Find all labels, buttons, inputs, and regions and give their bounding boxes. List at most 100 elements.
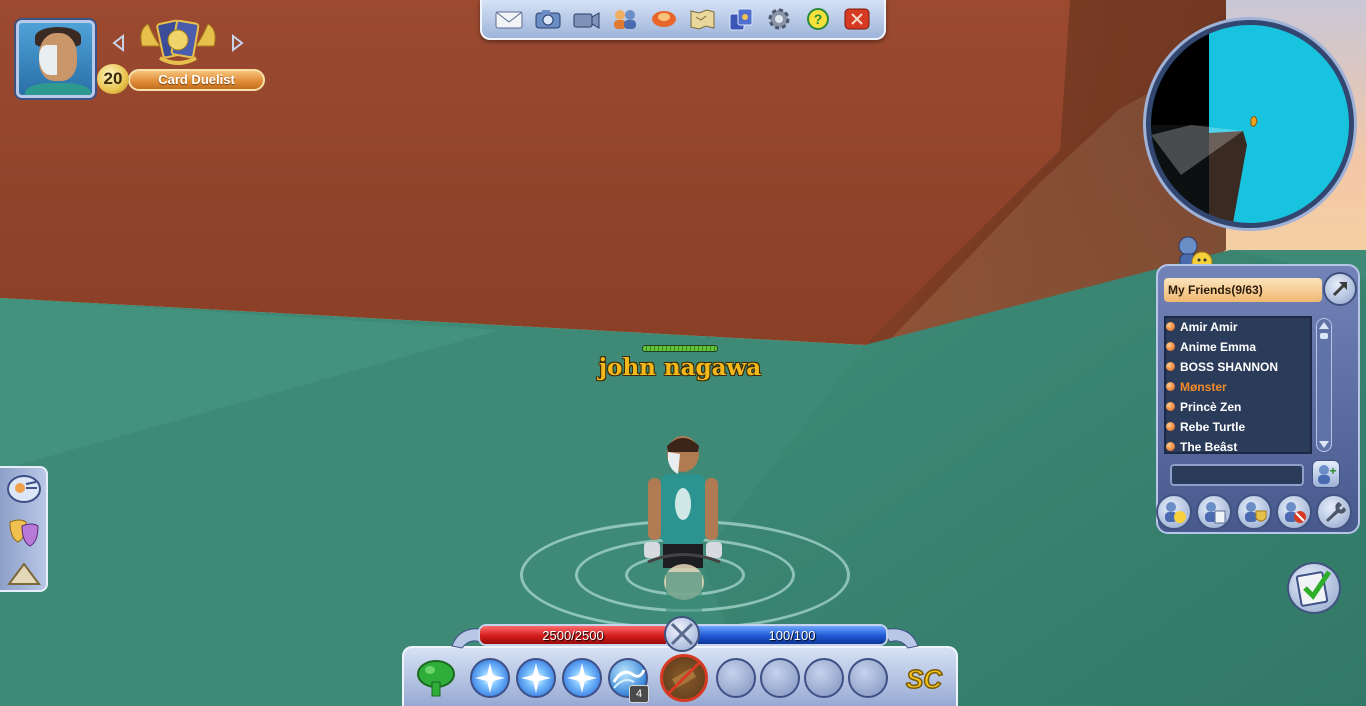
video-button[interactable]: [570, 5, 602, 33]
cards-button[interactable]: [725, 5, 757, 33]
friend-name: Amir Amir: [1180, 320, 1238, 334]
triangle-up-icon: [7, 562, 41, 585]
friend-item[interactable]: Amir Amir: [1166, 318, 1302, 336]
friends-icon: [614, 10, 637, 29]
sc-menu-button[interactable]: SC: [898, 658, 950, 698]
expand-up-button[interactable]: [6, 558, 42, 588]
online-status-icon: [1166, 442, 1175, 451]
add-friend-button[interactable]: +: [1312, 460, 1340, 488]
map-button[interactable]: [686, 5, 718, 33]
star-burst-icon: [521, 663, 551, 693]
player-level-badge: 20: [97, 64, 129, 94]
friend-item-selected[interactable]: Mønster: [1166, 378, 1302, 396]
empty-slot[interactable]: [804, 658, 844, 698]
friends-panel: My Friends(9/63) Amir Amir Anime Emma BO…: [1156, 236, 1360, 538]
friend-item[interactable]: Princè Zen: [1166, 398, 1302, 416]
camera-icon: [535, 10, 561, 29]
player-portrait[interactable]: [16, 20, 95, 98]
quest-checklist-icon: [1295, 570, 1332, 607]
friend-list-button[interactable]: [1196, 494, 1232, 530]
player-health-indicator: [642, 345, 718, 352]
online-status-icon: [1166, 382, 1175, 391]
card-deck-emblem: [140, 19, 216, 65]
star-burst-icon: [567, 663, 597, 693]
friends-header: My Friends(9/63): [1164, 278, 1322, 302]
map-icon: [690, 9, 715, 30]
duel-icon: [651, 11, 676, 27]
skill-tree-slot[interactable]: [416, 658, 456, 698]
friend-name: Rebe Turtle: [1180, 420, 1246, 434]
svg-text:+: +: [1329, 464, 1336, 478]
player-character[interactable]: [628, 432, 738, 622]
friend-item[interactable]: The Beâst: [1166, 438, 1302, 456]
camera-button[interactable]: [532, 5, 564, 33]
friend-item[interactable]: BOSS SHANNON: [1166, 358, 1302, 376]
online-friends-button[interactable]: [1156, 494, 1192, 530]
friends-settings-button[interactable]: [1316, 494, 1352, 530]
prev-title-button[interactable]: [109, 33, 129, 53]
expand-arrow-icon: [1332, 281, 1348, 297]
left-side-toolbar: [0, 466, 48, 592]
skill-slot-1[interactable]: [470, 658, 510, 698]
chat-emote-button[interactable]: [6, 474, 42, 508]
portrait-shirt: [25, 83, 91, 95]
friends-expand-button[interactable]: [1323, 272, 1357, 306]
online-status-icon: [1166, 422, 1175, 431]
empty-slot[interactable]: [848, 658, 888, 698]
skill-slot-3[interactable]: [562, 658, 602, 698]
chevron-down-icon: [1319, 441, 1329, 448]
star-burst-icon: [475, 663, 505, 693]
friend-list-icon: [1205, 502, 1226, 524]
online-status-icon: [1166, 402, 1175, 411]
online-status-icon: [1166, 342, 1175, 351]
speech-bubble-icon: [7, 475, 41, 503]
disabled-slash-icon: [667, 661, 701, 695]
emotes-button[interactable]: [6, 516, 42, 550]
close-game-button[interactable]: [841, 5, 873, 33]
add-friend-icon: +: [1318, 464, 1337, 484]
next-title-button[interactable]: [227, 33, 247, 53]
empty-slot[interactable]: [716, 658, 756, 698]
friends-scrollbar[interactable]: [1316, 318, 1332, 452]
blocked-icon: [1285, 502, 1306, 523]
friend-name: Mønster: [1180, 380, 1227, 394]
friends-button[interactable]: [609, 5, 641, 33]
friend-item[interactable]: Rebe Turtle: [1166, 418, 1302, 436]
help-icon: ?: [807, 8, 830, 30]
close-icon: [844, 8, 870, 30]
mail-button[interactable]: [493, 5, 525, 33]
settings-button[interactable]: [763, 5, 795, 33]
friend-name: BOSS SHANNON: [1180, 360, 1279, 374]
blocked-users-button[interactable]: [1276, 494, 1312, 530]
minimap-terrain: [1151, 25, 1258, 223]
guild-button[interactable]: [1236, 494, 1272, 530]
sc-logo-icon: SC: [905, 663, 944, 695]
quest-log-button[interactable]: [1287, 562, 1341, 614]
video-icon: [573, 12, 600, 29]
svg-text:?: ?: [814, 11, 823, 27]
player-title-bar[interactable]: Card Duelist: [128, 69, 265, 91]
item-count-badge: 4: [629, 685, 649, 703]
portrait-mask: [39, 45, 57, 75]
friend-name: The Beâst: [1180, 440, 1238, 454]
health-bar: 2500/2500: [478, 624, 668, 646]
sc-logo-text: SC: [906, 664, 943, 694]
online-status-icon: [1166, 322, 1175, 331]
minimap[interactable]: [1146, 20, 1354, 228]
online-status-icon: [1166, 362, 1175, 371]
guild-icon: [1245, 502, 1267, 522]
friend-search-input[interactable]: [1170, 464, 1304, 486]
friend-item[interactable]: Anime Emma: [1166, 338, 1302, 356]
tree-icon: [417, 660, 455, 697]
scrollbar-arrows: [1319, 322, 1329, 448]
skill-slot-2[interactable]: [516, 658, 556, 698]
crossed-swords-icon: [670, 622, 694, 646]
empty-slot[interactable]: [760, 658, 800, 698]
skill-slot-5-disabled[interactable]: [660, 654, 708, 702]
friend-name: Princè Zen: [1180, 400, 1242, 414]
combat-toggle-button[interactable]: [664, 616, 700, 652]
health-text: 2500/2500: [542, 628, 604, 643]
duel-button[interactable]: [648, 5, 680, 33]
theater-masks-icon: [9, 519, 39, 547]
help-button[interactable]: ?: [802, 5, 834, 33]
